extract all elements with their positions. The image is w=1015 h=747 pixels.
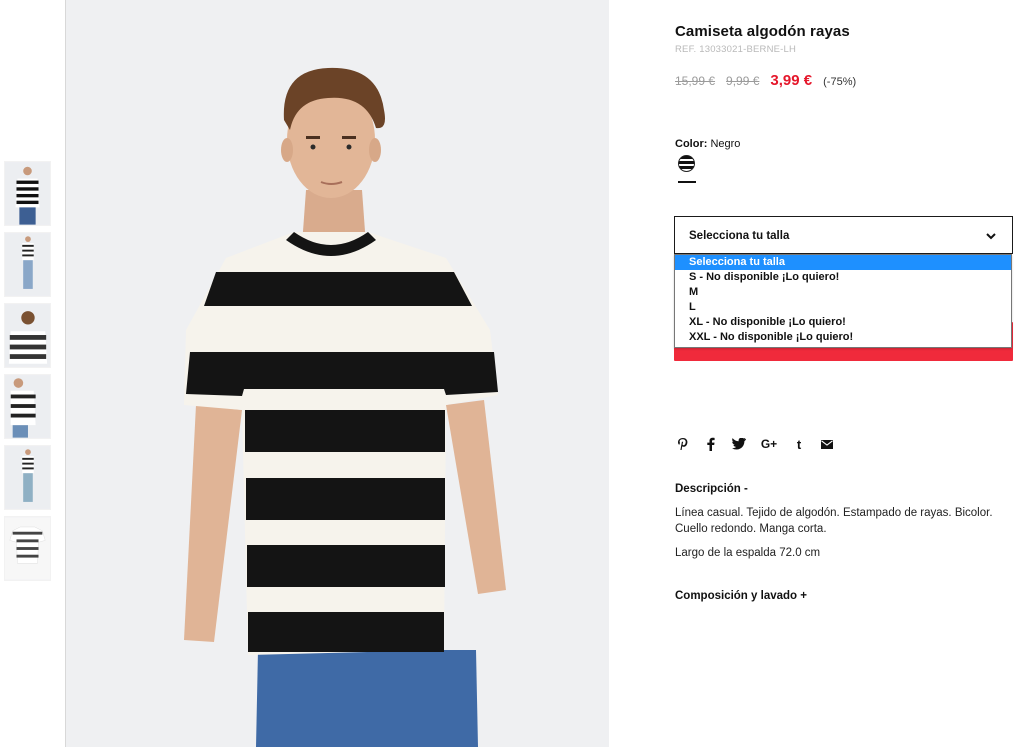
discount-badge: (-75%): [823, 76, 857, 88]
size-option[interactable]: L: [675, 300, 1011, 315]
size-option[interactable]: S - No disponible ¡Lo quiero!: [675, 270, 1011, 285]
color-label-row: Color: Negro: [675, 138, 740, 150]
product-main-image[interactable]: [65, 0, 609, 747]
share-bar: G+ t: [675, 436, 847, 452]
description-text: Línea casual. Tejido de algodón. Estampa…: [675, 507, 993, 535]
product-reference: REF. 13033021-BERNE-LH: [675, 44, 797, 55]
color-value: Negro: [710, 138, 741, 150]
description-length: Largo de la espalda 72.0 cm: [675, 547, 821, 559]
size-dropdown-list: Selecciona tu talla S - No disponible ¡L…: [674, 254, 1012, 348]
google-plus-icon[interactable]: G+: [759, 436, 779, 452]
swatch-selected-indicator: [678, 181, 696, 183]
size-select-value: Selecciona tu talla: [689, 230, 790, 242]
color-label: Color:: [675, 138, 708, 150]
thumbnail-full-body[interactable]: [4, 232, 51, 297]
thumbnail-walking[interactable]: [4, 445, 51, 510]
size-select[interactable]: Selecciona tu talla: [674, 216, 1013, 254]
product-info-panel: Camiseta algodón rayas REF. 13033021-BER…: [674, 0, 1015, 747]
color-swatch-negro[interactable]: [678, 155, 695, 172]
price-original: 15,99 €: [675, 74, 716, 88]
tumblr-icon[interactable]: t: [791, 436, 807, 452]
price-current: 3,99 €: [770, 72, 813, 89]
pinterest-icon[interactable]: [675, 436, 691, 452]
chevron-down-icon: [986, 233, 996, 240]
size-option[interactable]: Selecciona tu talla: [675, 255, 1011, 270]
product-title: Camiseta algodón rayas: [675, 23, 850, 40]
price-previous: 9,99 €: [726, 74, 760, 88]
size-option[interactable]: XXL - No disponible ¡Lo quiero!: [675, 330, 1011, 345]
thumbnail-front[interactable]: [4, 161, 51, 226]
size-option[interactable]: XL - No disponible ¡Lo quiero!: [675, 315, 1011, 330]
thumbnail-side[interactable]: [4, 374, 51, 439]
facebook-icon[interactable]: [703, 436, 719, 452]
thumbnail-list: [4, 161, 51, 587]
twitter-icon[interactable]: [731, 436, 747, 452]
size-option[interactable]: M: [675, 285, 1011, 300]
composition-heading[interactable]: Composición y lavado +: [675, 590, 807, 602]
description-heading[interactable]: Descripción -: [675, 483, 748, 495]
thumbnail-flat[interactable]: [4, 516, 51, 581]
thumbnail-back[interactable]: [4, 303, 51, 368]
price-row: 15,99 € 9,99 € 3,99 € (-75%): [675, 72, 856, 89]
email-icon[interactable]: [819, 436, 835, 452]
